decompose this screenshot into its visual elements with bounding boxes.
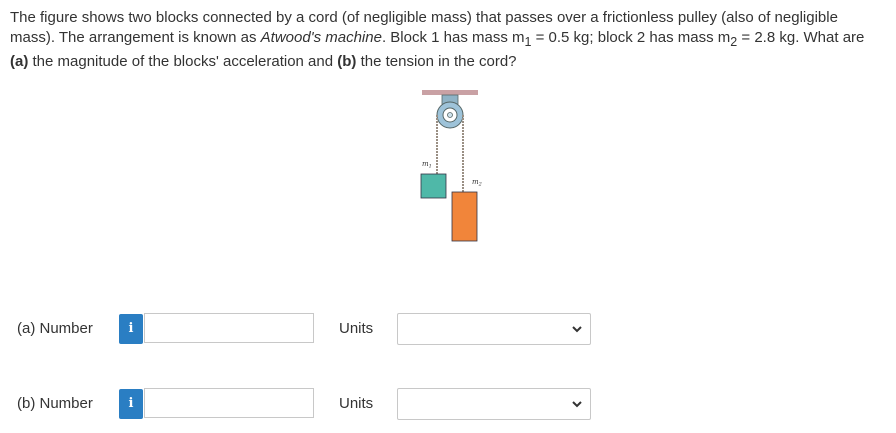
atwood-diagram: m1 m2: [420, 90, 482, 242]
answer-a-input[interactable]: [144, 313, 314, 343]
block-2: [451, 191, 478, 242]
pulley-axle: [447, 112, 453, 118]
units-label: Units: [339, 395, 374, 412]
block-1: [420, 173, 447, 199]
number-label: (b) Number: [17, 395, 93, 412]
chevron-down-icon: [572, 326, 582, 333]
question-italic-term: Atwood's machine: [260, 29, 382, 46]
answer-b-input[interactable]: [144, 388, 314, 418]
m2-label: m2: [472, 178, 482, 188]
m1-label: m1: [422, 160, 432, 170]
units-a-select[interactable]: [397, 313, 591, 345]
part-b-marker: (b): [337, 53, 357, 70]
info-icon[interactable]: i: [119, 389, 143, 419]
units-b-select[interactable]: [397, 388, 591, 420]
info-icon[interactable]: i: [119, 314, 143, 344]
chevron-down-icon: [572, 401, 582, 408]
part-a-marker: (a): [10, 53, 29, 70]
question-part: = 2.8 kg. What are: [737, 29, 865, 46]
question-text: The figure shows two blocks connected by…: [10, 8, 882, 72]
question-part: = 0.5 kg; block 2 has mass m: [531, 29, 731, 46]
number-label: (a) Number: [17, 320, 93, 337]
answer-row-b: (b) Number i Units: [17, 388, 597, 420]
question-part: the magnitude of the blocks' acceleratio…: [28, 53, 338, 70]
answer-row-a: (a) Number i Units: [17, 313, 597, 345]
atwood-machine-figure: m1 m2: [408, 88, 488, 248]
question-part: . Block 1 has mass m: [381, 29, 525, 46]
units-label: Units: [339, 320, 374, 337]
question-part: the tension in the cord?: [356, 53, 517, 70]
ceiling: [422, 90, 478, 95]
